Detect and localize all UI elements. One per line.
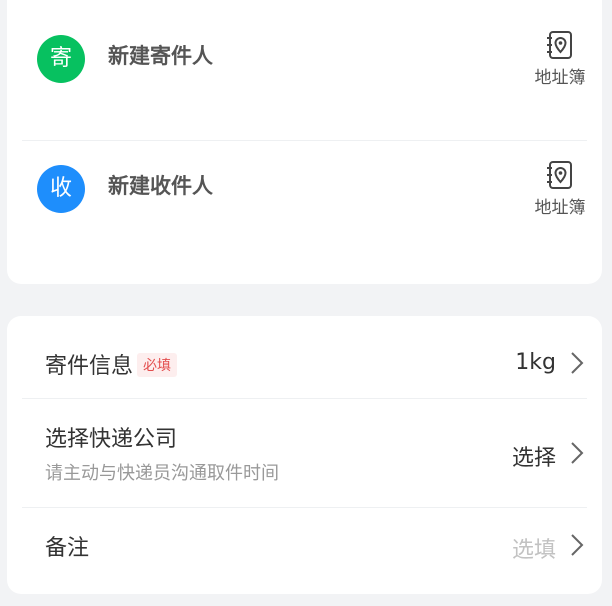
parcel-weight-value: 1kg bbox=[515, 350, 556, 375]
sender-badge: 寄 bbox=[37, 35, 85, 83]
address-book-label: 地址簿 bbox=[534, 198, 586, 218]
parcel-info-label: 寄件信息 bbox=[45, 354, 134, 379]
remark-placeholder: 选填 bbox=[511, 538, 556, 563]
courier-select-row[interactable]: 选择快递公司 请主动与快递员沟通取件时间 选择 bbox=[7, 399, 602, 507]
remark-row[interactable]: 备注 选填 bbox=[7, 508, 602, 594]
courier-title: 选择快递公司 bbox=[45, 427, 178, 452]
shipment-info-card: 寄件信息 必填 1kg 选择快递公司 请主动与快递员沟通取件时间 选择 备注 选填 bbox=[7, 316, 602, 594]
chevron-right-icon bbox=[571, 534, 584, 556]
courier-hint: 请主动与快递员沟通取件时间 bbox=[45, 463, 279, 484]
address-book-label: 地址簿 bbox=[534, 68, 586, 88]
required-tag: 必填 bbox=[137, 353, 178, 377]
new-sender-label: 新建寄件人 bbox=[108, 44, 213, 68]
new-sender-row[interactable]: 寄 新建寄件人 地址簿 bbox=[7, 0, 602, 130]
receiver-address-book-button[interactable]: 地址簿 bbox=[532, 160, 588, 218]
courier-value: 选择 bbox=[511, 446, 556, 471]
address-book-icon bbox=[547, 161, 572, 189]
new-receiver-row[interactable]: 收 新建收件人 地址簿 bbox=[7, 130, 602, 260]
receiver-badge: 收 bbox=[37, 165, 85, 213]
chevron-right-icon bbox=[571, 352, 584, 374]
parcel-info-row[interactable]: 寄件信息 必填 1kg bbox=[7, 316, 602, 398]
sender-address-book-button[interactable]: 地址簿 bbox=[532, 30, 588, 88]
remark-title: 备注 bbox=[45, 536, 90, 561]
address-card: 寄 新建寄件人 地址簿 收 新建收件人 地址簿 bbox=[7, 0, 602, 284]
parcel-info-title: 寄件信息 必填 bbox=[45, 348, 178, 380]
chevron-right-icon bbox=[571, 442, 584, 464]
new-receiver-label: 新建收件人 bbox=[108, 174, 213, 198]
address-book-icon bbox=[547, 31, 572, 59]
